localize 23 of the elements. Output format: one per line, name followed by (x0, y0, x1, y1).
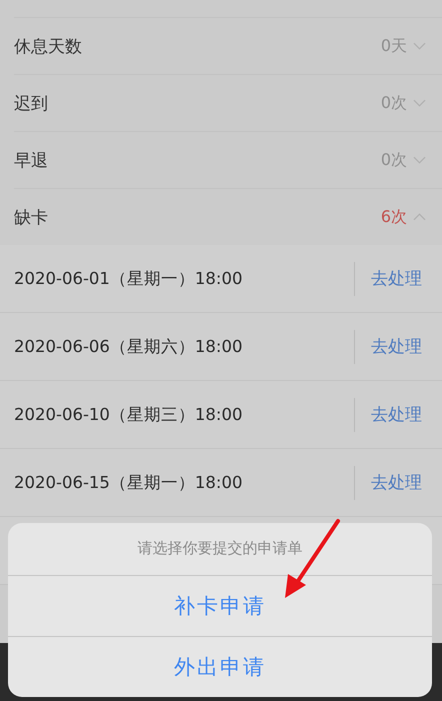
record-time: 2020-06-10（星期三）18:00 (14, 404, 244, 426)
count-value: 0次 (380, 92, 407, 114)
handle-link[interactable]: 去处理 (371, 335, 422, 358)
row-label: 缺卡 (14, 206, 49, 228)
row-label: 休息天数 (14, 36, 83, 58)
record-time: 2020-06-01（星期一）18:00 (14, 268, 244, 290)
record-time: 2020-06-15（星期一）18:00 (14, 472, 244, 494)
sheet-title: 请选择你要提交的申请单 (8, 523, 432, 576)
sheet-option[interactable]: 外出申请 (8, 636, 432, 697)
count-value: 6次 (380, 206, 407, 228)
handle-link[interactable]: 去处理 (371, 471, 422, 494)
chevron-down-icon[interactable] (413, 156, 426, 164)
handle-link[interactable]: 去处理 (371, 403, 422, 426)
count-value: 0天 (380, 36, 407, 56)
chevron-down-icon[interactable] (413, 99, 426, 107)
handle-link[interactable]: 去处理 (371, 267, 422, 290)
sheet-option[interactable]: 补卡申请 (8, 576, 432, 636)
chevron-up-icon[interactable] (413, 213, 426, 221)
record-time: 2020-06-06（星期六）18:00 (14, 336, 244, 358)
row-label: 早退 (14, 150, 49, 172)
chevron-down-icon[interactable] (413, 42, 426, 50)
row-label: 迟到 (14, 92, 49, 114)
count-value: 0次 (380, 150, 407, 170)
